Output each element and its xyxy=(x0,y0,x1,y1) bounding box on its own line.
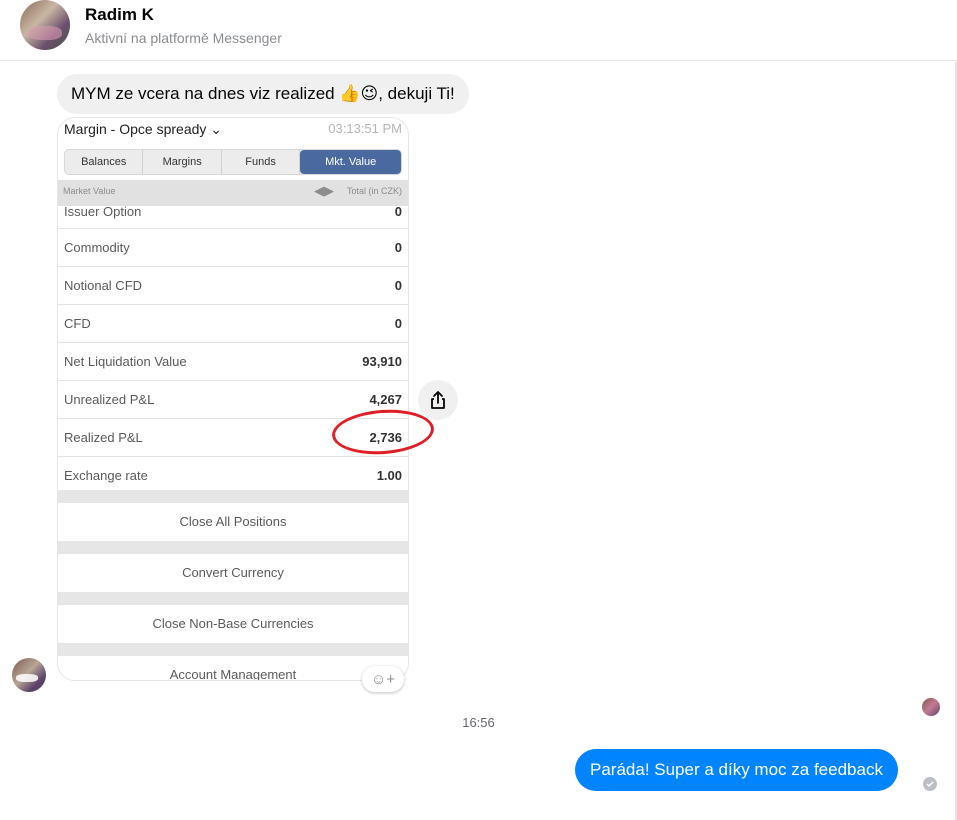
outgoing-message[interactable]: Paráda! Super a díky moc za feedback xyxy=(575,749,898,791)
row-value: 0 xyxy=(394,240,402,255)
row-label: Issuer Option xyxy=(64,204,142,219)
table-row: Issuer Option 0 xyxy=(58,204,408,229)
action-list: Close All Positions Convert Currency Clo… xyxy=(58,490,408,680)
contact-avatar[interactable] xyxy=(20,0,70,50)
table-row: Notional CFD 0 xyxy=(58,267,408,305)
convert-currency-action: Convert Currency xyxy=(58,554,408,592)
contact-status: Aktivní na platformě Messenger xyxy=(85,30,282,46)
row-value: 93,910 xyxy=(362,354,402,369)
contact-name[interactable]: Radim K xyxy=(85,5,154,25)
seen-indicator-avatar xyxy=(922,698,940,716)
row-value: 1.00 xyxy=(376,468,402,483)
chevron-down-icon: ⌄ xyxy=(210,121,223,137)
row-value: 0 xyxy=(394,316,402,331)
table-row: CFD 0 xyxy=(58,305,408,343)
market-value-label: Market Value xyxy=(63,186,116,196)
swap-arrows-icon: ◀▶ xyxy=(314,183,334,198)
table-row: Net Liquidation Value 93,910 xyxy=(58,343,408,381)
row-label: Exchange rate xyxy=(64,468,148,483)
section-divider xyxy=(58,490,408,503)
conversation-header: Radim K Aktivní na platformě Messenger xyxy=(0,0,957,61)
segment-tabs: Balances Margins Funds Mkt. Value xyxy=(64,149,402,175)
screenshot-title: Margin - Opce spready ⌄ xyxy=(64,121,223,137)
section-divider xyxy=(58,541,408,554)
incoming-message[interactable]: MYM ze vcera na dnes viz realized 👍😉, de… xyxy=(57,74,469,114)
share-icon xyxy=(431,391,445,409)
row-label: Net Liquidation Value xyxy=(64,354,187,369)
screenshot-time: 03:13:51 PM xyxy=(328,121,402,136)
tab-margins: Margins xyxy=(143,150,222,174)
row-value: 4,267 xyxy=(369,392,402,407)
incoming-message-text: MYM ze vcera na dnes viz realized xyxy=(71,84,335,103)
row-label: Notional CFD xyxy=(64,278,143,293)
tab-funds: Funds xyxy=(222,150,301,174)
add-reaction-button[interactable]: ☺+ xyxy=(362,666,404,692)
incoming-message-suffix: , dekuji Ti! xyxy=(378,84,455,103)
row-value: 0 xyxy=(394,204,402,219)
row-label: CFD xyxy=(64,316,91,331)
section-divider xyxy=(58,643,408,656)
table-row: Commodity 0 xyxy=(58,229,408,267)
screenshot-topbar: Margin - Opce spready ⌄ 03:13:51 PM xyxy=(58,118,408,144)
tab-mkt-value: Mkt. Value xyxy=(300,150,401,174)
share-button[interactable] xyxy=(418,380,458,420)
row-label: Realized P&L xyxy=(64,430,143,445)
market-value-header: Market Value ◀▶ Total (in CZK) xyxy=(58,180,408,206)
account-management-action: Account Management xyxy=(58,656,408,680)
sender-avatar[interactable] xyxy=(12,658,46,692)
close-all-positions-action: Close All Positions xyxy=(58,503,408,541)
total-currency-label: Total (in CZK) xyxy=(346,186,402,196)
section-divider xyxy=(58,592,408,605)
timestamp-separator: 16:56 xyxy=(462,715,495,730)
thumbs-up-wink-emoji: 👍😉 xyxy=(339,84,379,104)
row-label: Commodity xyxy=(64,240,130,255)
table-row: Unrealized P&L 4,267 xyxy=(58,381,408,419)
tab-balances: Balances xyxy=(65,150,144,174)
attached-screenshot[interactable]: Margin - Opce spready ⌄ 03:13:51 PM Bala… xyxy=(57,117,409,681)
row-label: Unrealized P&L xyxy=(64,392,155,407)
row-value: 0 xyxy=(394,278,402,293)
sent-check-icon xyxy=(923,777,937,791)
smiley-plus-icon: ☺+ xyxy=(370,670,396,688)
close-non-base-currencies-action: Close Non-Base Currencies xyxy=(58,605,408,643)
